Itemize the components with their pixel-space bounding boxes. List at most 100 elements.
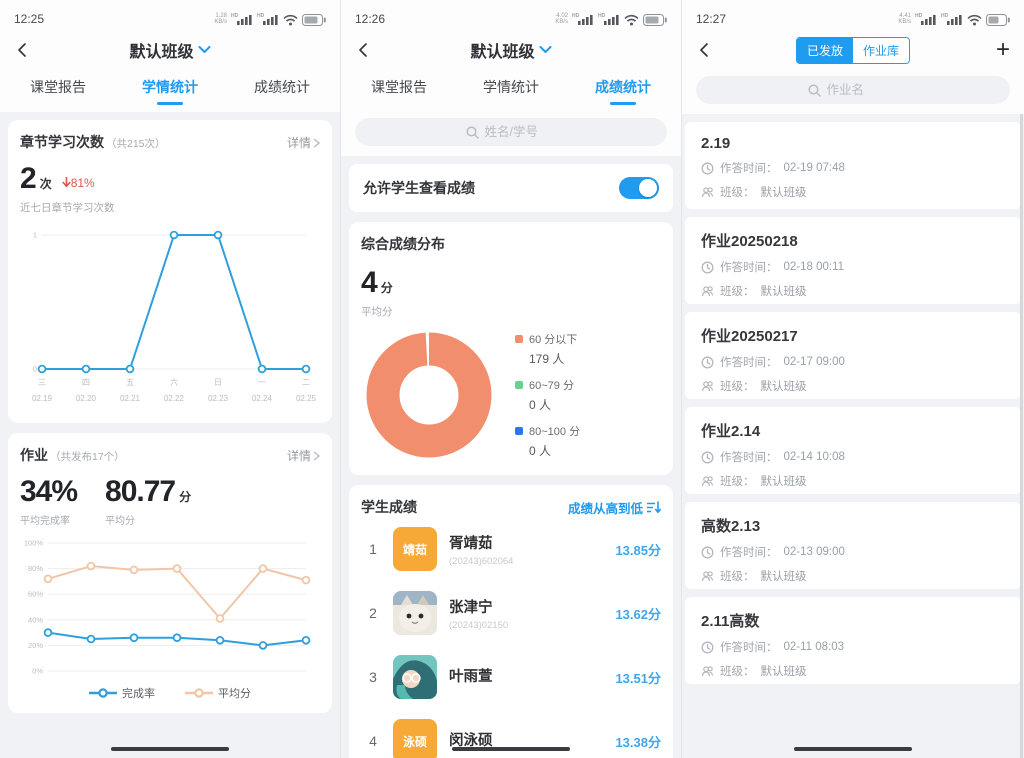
class-icon — [701, 285, 714, 298]
wifi-icon — [624, 14, 639, 26]
search-area — [341, 112, 681, 156]
homework-search-box[interactable] — [696, 76, 1010, 104]
chart-caption: 近七日章节学习次数 — [20, 200, 320, 215]
signal-hd-icon: HD — [572, 12, 594, 26]
chevron-down-icon — [199, 46, 211, 54]
homework-filter-segmented: 已发放 作业库 — [796, 37, 910, 64]
card-count-note: （共215次） — [106, 136, 166, 151]
svg-text:HD: HD — [941, 13, 949, 19]
svg-text:HD: HD — [257, 13, 265, 19]
signal-hd-icon: HD — [257, 12, 279, 26]
homework-item[interactable]: 2.19 作答时间：02-19 07:48 班级：默认班级 — [685, 122, 1021, 209]
segment-published[interactable]: 已发放 — [797, 38, 853, 63]
homework-search-input[interactable] — [827, 83, 899, 97]
tab-class-report[interactable]: 课堂报告 — [30, 77, 86, 105]
avg-score-label: 平均分 — [361, 304, 661, 319]
class-selector[interactable]: 默认班级 — [470, 38, 551, 62]
svg-text:100%: 100% — [24, 539, 44, 548]
card-title: 学生成绩 — [361, 497, 417, 517]
svg-text:02.24: 02.24 — [252, 394, 273, 403]
home-indicator[interactable] — [452, 747, 570, 751]
student-scores-card: 学生成绩 成绩从高到低 1 靖茹 胥靖茹(20243)602064 13.85分… — [349, 485, 673, 758]
sort-control[interactable]: 成绩从高到低 — [568, 498, 661, 517]
panel-homework-list: 12:27 4.41KB/s HD HD 已发放 作业库 + — [682, 0, 1024, 758]
clock-icon — [701, 641, 714, 654]
tab-learning-stats[interactable]: 学情统计 — [142, 77, 198, 105]
detail-link[interactable]: 详情 — [287, 447, 320, 464]
clock-icon — [701, 451, 714, 464]
learning-content: 章节学习次数 （共215次） 详情 2 次 81% 近七日章节学习次数 01三0… — [0, 112, 340, 758]
student-id: (20243)602064 — [449, 556, 513, 567]
signal-hd-icon: HD — [941, 12, 963, 26]
allow-view-score-toggle[interactable] — [619, 177, 659, 199]
chapter-study-card: 章节学习次数 （共215次） 详情 2 次 81% 近七日章节学习次数 01三0… — [8, 120, 332, 423]
legend-avg-score: 平均分 — [185, 685, 251, 701]
avatar: 靖茹 — [393, 527, 437, 571]
donut-legend: 60 分以下 179 人 60~79 分 0 人 80~100 分 0 人 — [515, 331, 580, 459]
card-title: 章节学习次数 — [20, 132, 104, 152]
avatar: 泳硕 — [393, 719, 437, 758]
status-bar: 12:27 4.41KB/s HD HD — [682, 0, 1024, 30]
status-icons: 4.02KB/s HD HD — [555, 12, 667, 26]
arrow-down-icon — [62, 177, 71, 188]
search-icon — [466, 126, 479, 139]
svg-text:02.22: 02.22 — [164, 394, 185, 403]
svg-text:0%: 0% — [32, 667, 43, 676]
homework-item[interactable]: 作业20250218 作答时间：02-18 00:11 班级：默认班级 — [685, 217, 1021, 304]
student-row[interactable]: 3 叶雨萱 13.51分 — [361, 645, 661, 709]
svg-text:02.20: 02.20 — [76, 394, 97, 403]
card-title: 综合成绩分布 — [361, 234, 445, 254]
sort-desc-icon — [647, 501, 661, 514]
class-selector[interactable]: 默认班级 — [129, 38, 210, 62]
chevron-right-icon — [313, 451, 320, 461]
homework-item[interactable]: 作业2.14 作答时间：02-14 10:08 班级：默认班级 — [685, 407, 1021, 494]
tab-bar: 课堂报告 学情统计 成绩统计 — [0, 70, 340, 112]
student-score: 13.38分 — [615, 732, 661, 751]
legend-below-60: 60 分以下 179 人 — [515, 331, 580, 367]
homework-item[interactable]: 2.11高数 作答时间：02-11 08:03 班级：默认班级 — [685, 597, 1021, 684]
legend-count: 179 人 — [529, 350, 580, 367]
homework-item[interactable]: 作业20250217 作答时间：02-17 09:00 班级：默认班级 — [685, 312, 1021, 399]
class-icon — [701, 380, 714, 393]
student-rank: 3 — [361, 669, 385, 685]
svg-text:二: 二 — [302, 378, 310, 387]
class-icon — [701, 186, 714, 199]
back-icon[interactable] — [355, 41, 373, 59]
tab-learning-stats[interactable]: 学情统计 — [483, 77, 539, 105]
nav-bar: 默认班级 — [0, 30, 340, 70]
detail-link[interactable]: 详情 — [287, 134, 320, 151]
legend-count: 0 人 — [529, 396, 580, 413]
legend-swatch — [515, 335, 523, 343]
home-indicator[interactable] — [794, 747, 912, 751]
tab-score-stats[interactable]: 成绩统计 — [254, 77, 310, 105]
tab-class-report[interactable]: 课堂报告 — [371, 77, 427, 105]
svg-text:五: 五 — [126, 378, 134, 387]
status-time: 12:25 — [14, 12, 44, 26]
scrollbar[interactable] — [1020, 114, 1023, 758]
homework-item[interactable]: 高数2.13 作答时间：02-13 09:00 班级：默认班级 — [685, 502, 1021, 589]
add-homework-button[interactable]: + — [996, 40, 1010, 60]
student-search-box[interactable] — [355, 118, 667, 146]
segment-library[interactable]: 作业库 — [853, 38, 909, 63]
legend-60-79: 60~79 分 0 人 — [515, 377, 580, 413]
svg-text:HD: HD — [231, 13, 239, 19]
homework-name: 作业20250218 — [701, 230, 1005, 251]
tab-score-stats[interactable]: 成绩统计 — [595, 77, 651, 105]
back-icon[interactable] — [696, 41, 714, 59]
student-row[interactable]: 2 张津宁(20243)02150 13.62分 — [361, 581, 661, 645]
student-score: 13.62分 — [615, 604, 661, 623]
avg-score-value: 4 — [361, 266, 377, 300]
signal-hd-icon: HD — [231, 12, 253, 26]
search-icon — [808, 84, 821, 97]
clock-icon — [701, 356, 714, 369]
back-icon[interactable] — [14, 41, 32, 59]
student-row[interactable]: 1 靖茹 胥靖茹(20243)602064 13.85分 — [361, 517, 661, 581]
battery-icon — [986, 14, 1010, 26]
student-search-input[interactable] — [485, 125, 557, 139]
completion-rate-label: 平均完成率 — [20, 512, 77, 527]
completion-rate-value: 34% — [20, 475, 77, 509]
home-indicator[interactable] — [111, 747, 229, 751]
page-title: 默认班级 — [129, 38, 193, 62]
tab-bar: 课堂报告 学情统计 成绩统计 — [341, 70, 681, 112]
panel-score-stats: 12:26 4.02KB/s HD HD 默认班级 课堂报告 学情统计 成绩统计 — [341, 0, 682, 758]
